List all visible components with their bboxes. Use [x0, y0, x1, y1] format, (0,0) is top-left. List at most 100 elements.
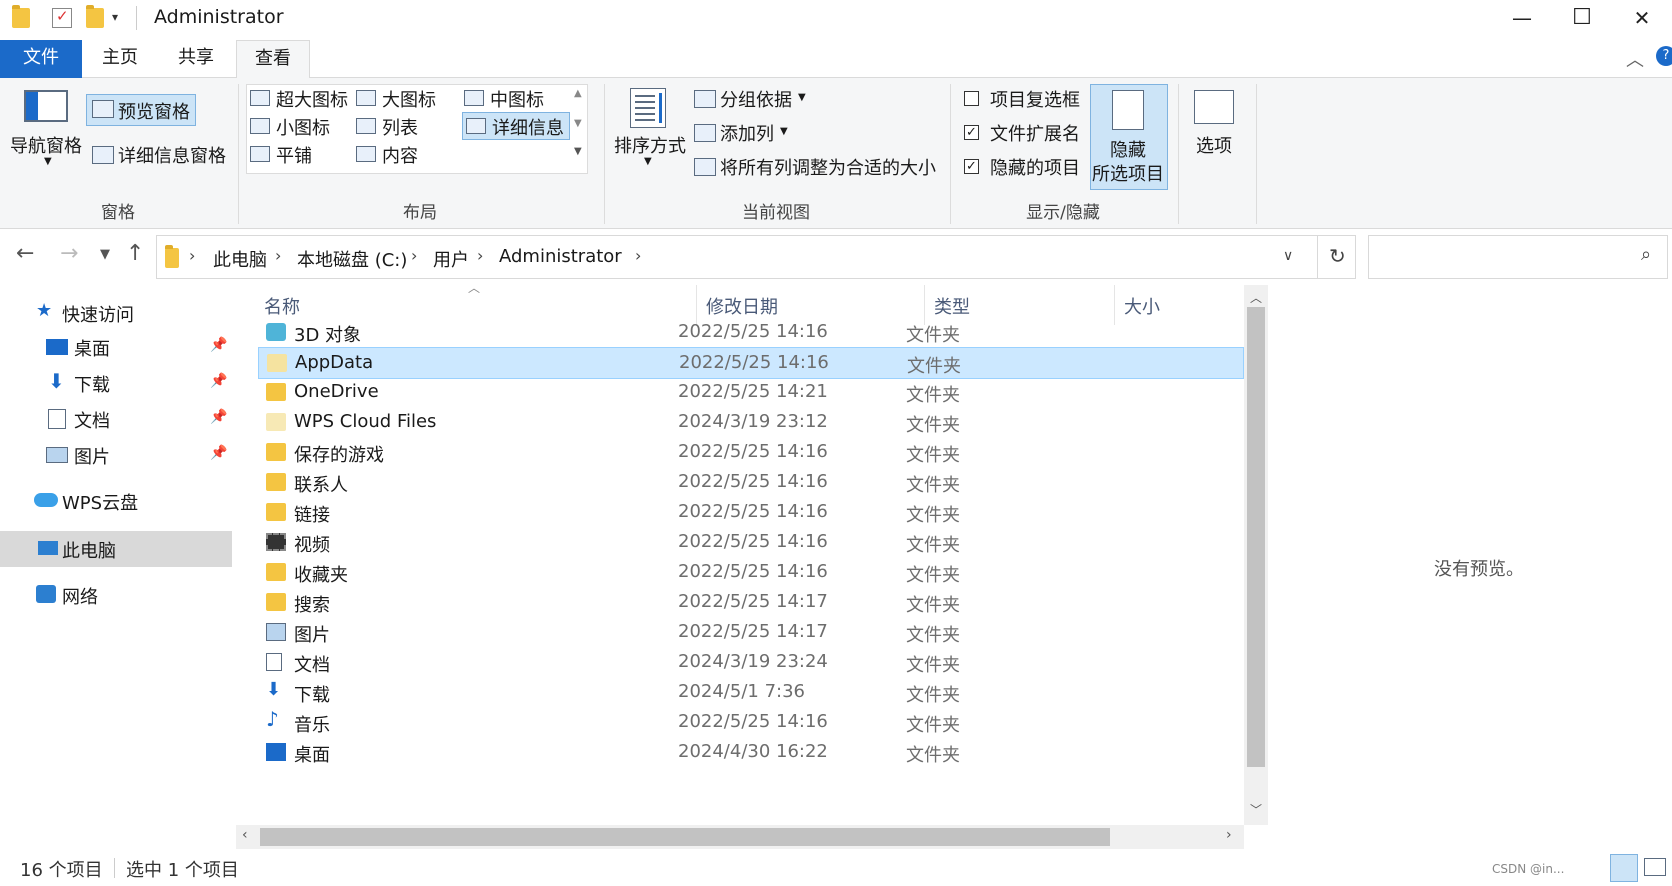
new-folder-icon[interactable] — [86, 5, 104, 28]
forward-button[interactable]: → — [60, 241, 78, 266]
table-row[interactable]: OneDrive 2022/5/25 14:21 文件夹 — [258, 377, 1244, 409]
nav-documents[interactable]: 文档 📌 — [0, 401, 232, 437]
minimize-button[interactable]: — — [1492, 0, 1552, 36]
nav-desktop[interactable]: 桌面 📌 — [0, 329, 232, 365]
table-row[interactable]: 桌面 2024/4/30 16:22 文件夹 — [258, 737, 1244, 769]
layout-large[interactable]: 大图标 — [382, 86, 436, 112]
layout-medium[interactable]: 中图标 — [490, 86, 544, 112]
layout-small[interactable]: 小图标 — [276, 114, 330, 140]
customize-toolbar-icon[interactable]: ▾ — [112, 10, 130, 30]
pin-icon[interactable]: 📌 — [210, 445, 227, 461]
breadcrumb-local-disk[interactable]: 本地磁盘 (C:) — [297, 246, 407, 272]
scroll-down-icon[interactable]: ﹀ — [1250, 801, 1262, 818]
details-pane-button[interactable]: 详细信息窗格 — [118, 142, 226, 168]
file-type: 文件夹 — [906, 505, 960, 526]
item-count: 16 个项目 — [20, 860, 103, 881]
chevron-right-icon[interactable]: › — [189, 246, 195, 265]
sort-icon[interactable] — [630, 88, 666, 128]
table-row[interactable]: WPS Cloud Files 2024/3/19 23:12 文件夹 — [258, 407, 1244, 439]
nav-this-pc[interactable]: 此电脑 — [0, 531, 232, 567]
refresh-icon[interactable]: ↻ — [1329, 244, 1346, 268]
table-row[interactable]: 视频 2022/5/25 14:16 文件夹 — [258, 527, 1244, 559]
pin-icon[interactable]: 📌 — [210, 373, 227, 389]
pin-icon[interactable]: 📌 — [210, 337, 227, 353]
horizontal-scrollbar[interactable]: ‹ › — [236, 825, 1244, 849]
back-button[interactable]: ← — [16, 241, 34, 266]
scroll-up-icon[interactable]: ▲ — [574, 88, 582, 99]
table-row[interactable]: ♪ 音乐 2022/5/25 14:16 文件夹 — [258, 707, 1244, 739]
watermark: CSDN @in... — [1492, 862, 1565, 876]
column-header-size[interactable]: 大小 — [1124, 293, 1160, 319]
nav-pictures[interactable]: 图片 📌 — [0, 437, 232, 473]
help-icon[interactable]: ? — [1656, 46, 1672, 66]
nav-wps-cloud[interactable]: WPS云盘 — [0, 483, 232, 519]
breadcrumb-administrator[interactable]: Administrator — [499, 246, 622, 267]
tab-view[interactable]: 查看 — [236, 40, 310, 79]
sort-button[interactable]: 排序方式 — [614, 132, 686, 158]
table-row[interactable]: ⬇ 下载 2024/5/1 7:36 文件夹 — [258, 677, 1244, 709]
table-row[interactable]: 收藏夹 2022/5/25 14:16 文件夹 — [258, 557, 1244, 589]
expand-gallery-icon[interactable]: ▼ — [574, 146, 582, 157]
tab-home[interactable]: 主页 — [92, 40, 148, 78]
table-row[interactable]: 搜索 2022/5/25 14:17 文件夹 — [258, 587, 1244, 619]
scroll-left-icon[interactable]: ‹ — [242, 827, 248, 843]
table-row[interactable]: 链接 2022/5/25 14:16 文件夹 — [258, 497, 1244, 529]
nav-pane-button[interactable]: 导航窗格 — [10, 132, 82, 158]
group-by-button[interactable]: 分组依据 — [720, 86, 792, 112]
scroll-right-icon[interactable]: › — [1226, 827, 1232, 843]
tab-share[interactable]: 共享 — [168, 40, 224, 78]
table-row[interactable]: AppData 2022/5/25 14:16 文件夹 — [258, 347, 1244, 379]
table-row[interactable]: 文档 2024/3/19 23:24 文件夹 — [258, 647, 1244, 679]
options-icon[interactable] — [1194, 90, 1234, 124]
chevron-right-icon[interactable]: › — [275, 246, 281, 265]
scroll-up-icon[interactable]: ︿ — [1250, 289, 1262, 306]
chevron-right-icon[interactable]: › — [411, 246, 417, 265]
nav-pane-icon[interactable] — [24, 90, 68, 122]
tab-file[interactable]: 文件 — [0, 40, 82, 78]
add-column-button[interactable]: 添加列 — [720, 120, 774, 146]
scroll-down-icon[interactable]: ▼ — [574, 118, 582, 129]
breadcrumb-this-pc[interactable]: 此电脑 — [213, 246, 267, 272]
address-history-icon[interactable]: ∨ — [1283, 248, 1293, 264]
breadcrumb-users[interactable]: 用户 — [433, 246, 469, 272]
details-view-button[interactable] — [1610, 854, 1638, 882]
properties-icon[interactable]: ✓ — [52, 7, 72, 28]
scroll-thumb[interactable] — [260, 828, 1110, 846]
chevron-right-icon[interactable]: › — [477, 246, 483, 265]
table-row[interactable]: 3D 对象 2022/5/25 14:16 文件夹 — [258, 317, 1244, 349]
scroll-thumb[interactable] — [1247, 307, 1265, 767]
table-row[interactable]: 联系人 2022/5/25 14:16 文件夹 — [258, 467, 1244, 499]
column-header-type[interactable]: 类型 — [934, 293, 970, 319]
large-icons-view-button[interactable] — [1644, 858, 1666, 876]
preview-pane-button[interactable]: 预览窗格 — [118, 98, 190, 124]
column-header-name[interactable]: 名称 — [264, 293, 300, 319]
file-extensions-checkbox[interactable]: ✓ — [964, 125, 979, 140]
downloads-icon: ⬇ — [266, 679, 282, 700]
up-button[interactable]: ↑ — [126, 241, 144, 266]
pin-icon[interactable]: 📌 — [210, 409, 227, 425]
fit-columns-button[interactable]: 将所有列调整为合适的大小 — [720, 154, 936, 180]
address-bar[interactable]: › 此电脑 › 本地磁盘 (C:) › 用户 › Administrator ›… — [156, 235, 1356, 279]
maximize-button[interactable]: ☐ — [1552, 0, 1612, 36]
layout-details[interactable]: 详细信息 — [492, 114, 564, 140]
close-button[interactable]: ✕ — [1612, 0, 1672, 36]
hidden-items-checkbox[interactable]: ✓ — [964, 159, 979, 174]
layout-content[interactable]: 内容 — [382, 142, 418, 168]
vertical-scrollbar[interactable]: ︿ ﹀ — [1244, 285, 1268, 825]
collapse-ribbon-icon[interactable]: ︿ — [1626, 46, 1644, 72]
nav-quick-access[interactable]: ★ 快速访问 — [0, 295, 232, 331]
table-row[interactable]: 图片 2022/5/25 14:17 文件夹 — [258, 617, 1244, 649]
item-checkboxes-checkbox[interactable] — [964, 91, 979, 106]
search-input[interactable]: ⌕ — [1368, 235, 1668, 279]
layout-tiles[interactable]: 平铺 — [276, 142, 312, 168]
file-name: 图片 — [294, 625, 330, 646]
column-header-date[interactable]: 修改日期 — [706, 293, 778, 319]
nav-downloads[interactable]: ⬇ 下载 📌 — [0, 365, 232, 401]
options-button[interactable]: 选项 — [1196, 132, 1232, 158]
recent-locations-icon[interactable]: ▼ — [100, 247, 110, 262]
layout-extra-large[interactable]: 超大图标 — [276, 86, 348, 112]
table-row[interactable]: 保存的游戏 2022/5/25 14:16 文件夹 — [258, 437, 1244, 469]
layout-list[interactable]: 列表 — [382, 114, 418, 140]
nav-network[interactable]: 网络 — [0, 577, 232, 613]
chevron-right-icon[interactable]: › — [635, 246, 641, 265]
